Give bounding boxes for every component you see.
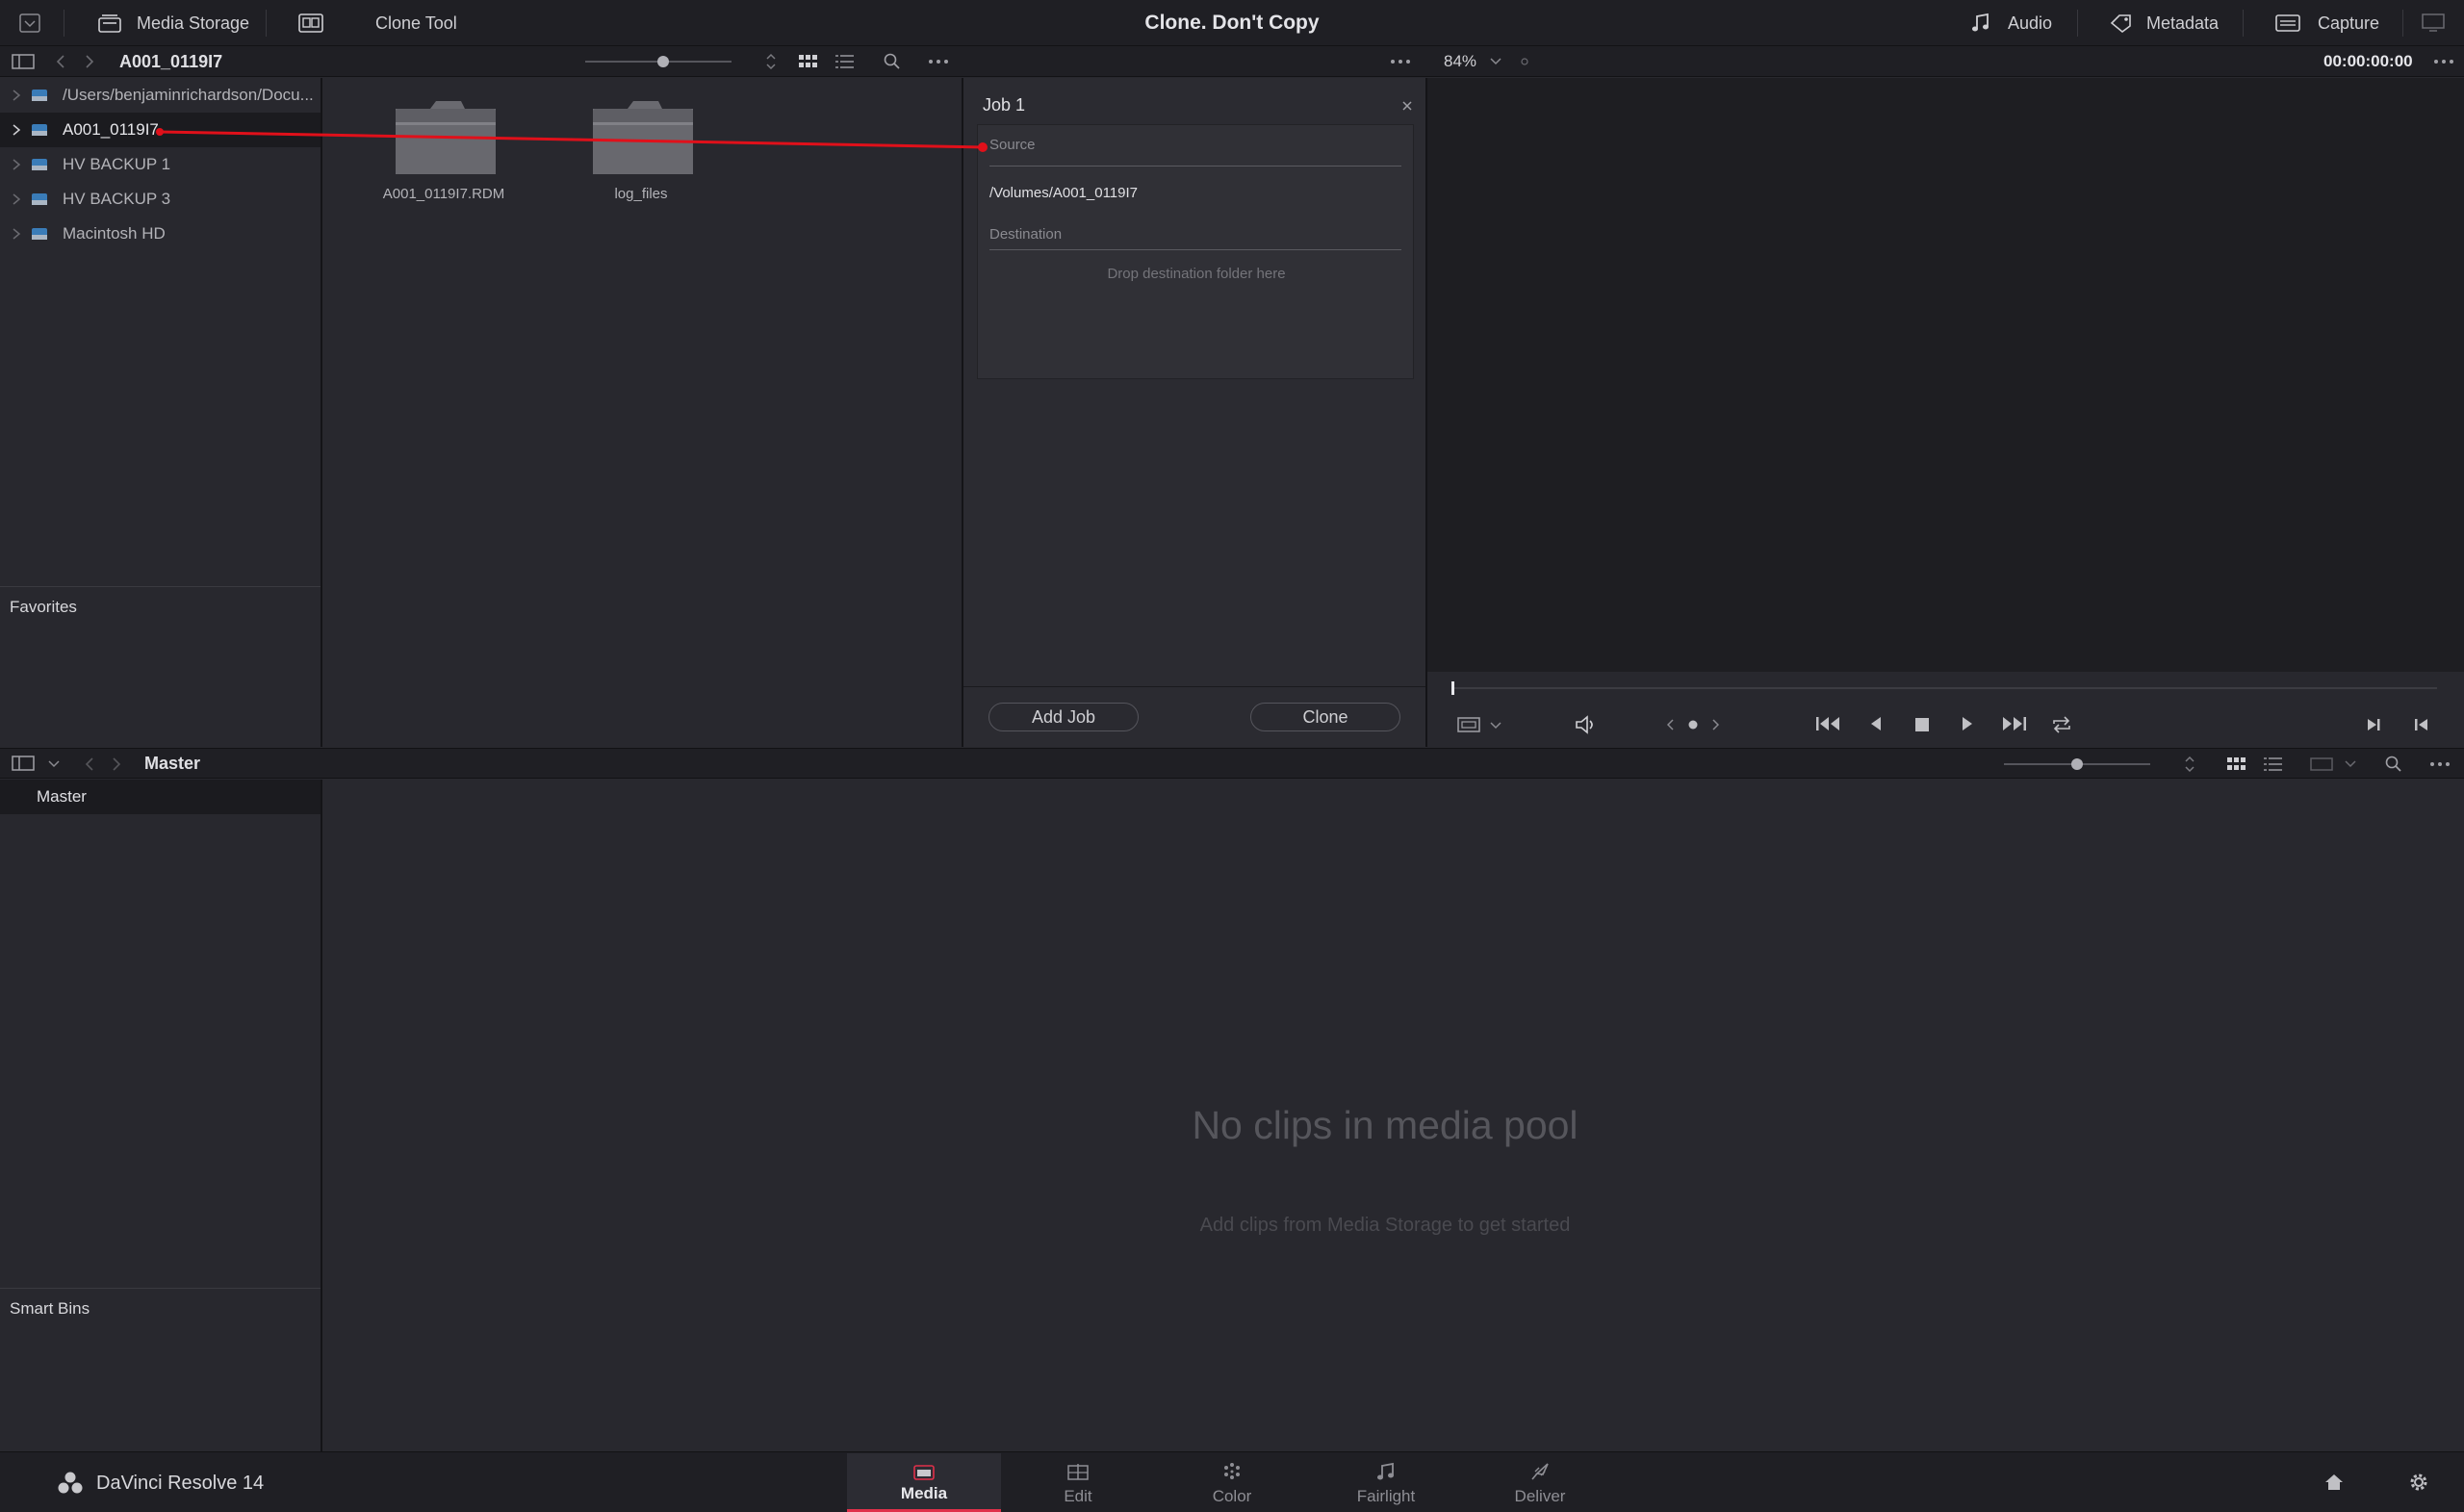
more-options-icon[interactable] [2429, 761, 2451, 767]
home-icon[interactable] [2323, 1473, 2345, 1492]
forward-arrow-icon[interactable] [112, 757, 121, 771]
grid-view-icon[interactable] [2227, 757, 2246, 771]
page-tab-label: Deliver [1514, 1487, 1566, 1505]
bin-sidebar: Master Smart Bins [0, 780, 321, 1451]
chevron-down-icon[interactable] [48, 760, 60, 768]
chevron-down-icon[interactable] [2345, 760, 2356, 768]
brand-name: DaVinci Resolve 14 [96, 1473, 265, 1494]
empty-pool-subtitle: Add clips from Media Storage to get star… [1199, 1215, 1571, 1236]
color-page-icon [1221, 1462, 1243, 1481]
smart-bins-divider [0, 1288, 321, 1289]
page-tab-label: Color [1212, 1487, 1252, 1505]
bin-item-label: Master [37, 787, 87, 806]
davinci-logo-icon [56, 1471, 85, 1496]
bin-item-master[interactable]: Master [0, 780, 321, 814]
media-page-icon [913, 1463, 935, 1480]
page-tab-edit[interactable]: Edit [1001, 1453, 1155, 1512]
page-tab-color[interactable]: Color [1155, 1453, 1309, 1512]
pool-thumbnail-slider[interactable] [2004, 758, 2150, 770]
page-tab-deliver[interactable]: Deliver [1463, 1453, 1617, 1512]
back-arrow-icon[interactable] [85, 757, 94, 771]
page-tab-label: Media [900, 1484, 948, 1502]
edit-page-icon [1067, 1463, 1089, 1480]
search-icon[interactable] [2385, 756, 2402, 773]
page-tab-label: Fairlight [1356, 1487, 1416, 1505]
empty-pool-title: No clips in media pool [1192, 1103, 1578, 1147]
deliver-page-icon [1529, 1462, 1551, 1481]
media-pool-area[interactable]: No clips in media pool Add clips from Me… [322, 780, 2464, 1451]
bin-list-toggle-icon[interactable] [12, 756, 35, 771]
page-tab-label: Edit [1064, 1487, 1092, 1505]
media-pool-toolbar: Master [0, 748, 2464, 779]
slider-handle[interactable] [2071, 758, 2083, 770]
page-tab-fairlight[interactable]: Fairlight [1309, 1453, 1463, 1512]
smart-bins-title: Smart Bins [10, 1299, 90, 1318]
list-view-icon[interactable] [2264, 756, 2283, 772]
media-pool-bin-title: Master [144, 754, 201, 773]
gear-icon[interactable] [2408, 1472, 2429, 1493]
fairlight-page-icon [1376, 1462, 1396, 1481]
sort-icon[interactable] [2183, 756, 2196, 773]
metadata-view-icon[interactable] [2310, 756, 2333, 772]
page-tab-media[interactable]: Media [847, 1453, 1001, 1512]
